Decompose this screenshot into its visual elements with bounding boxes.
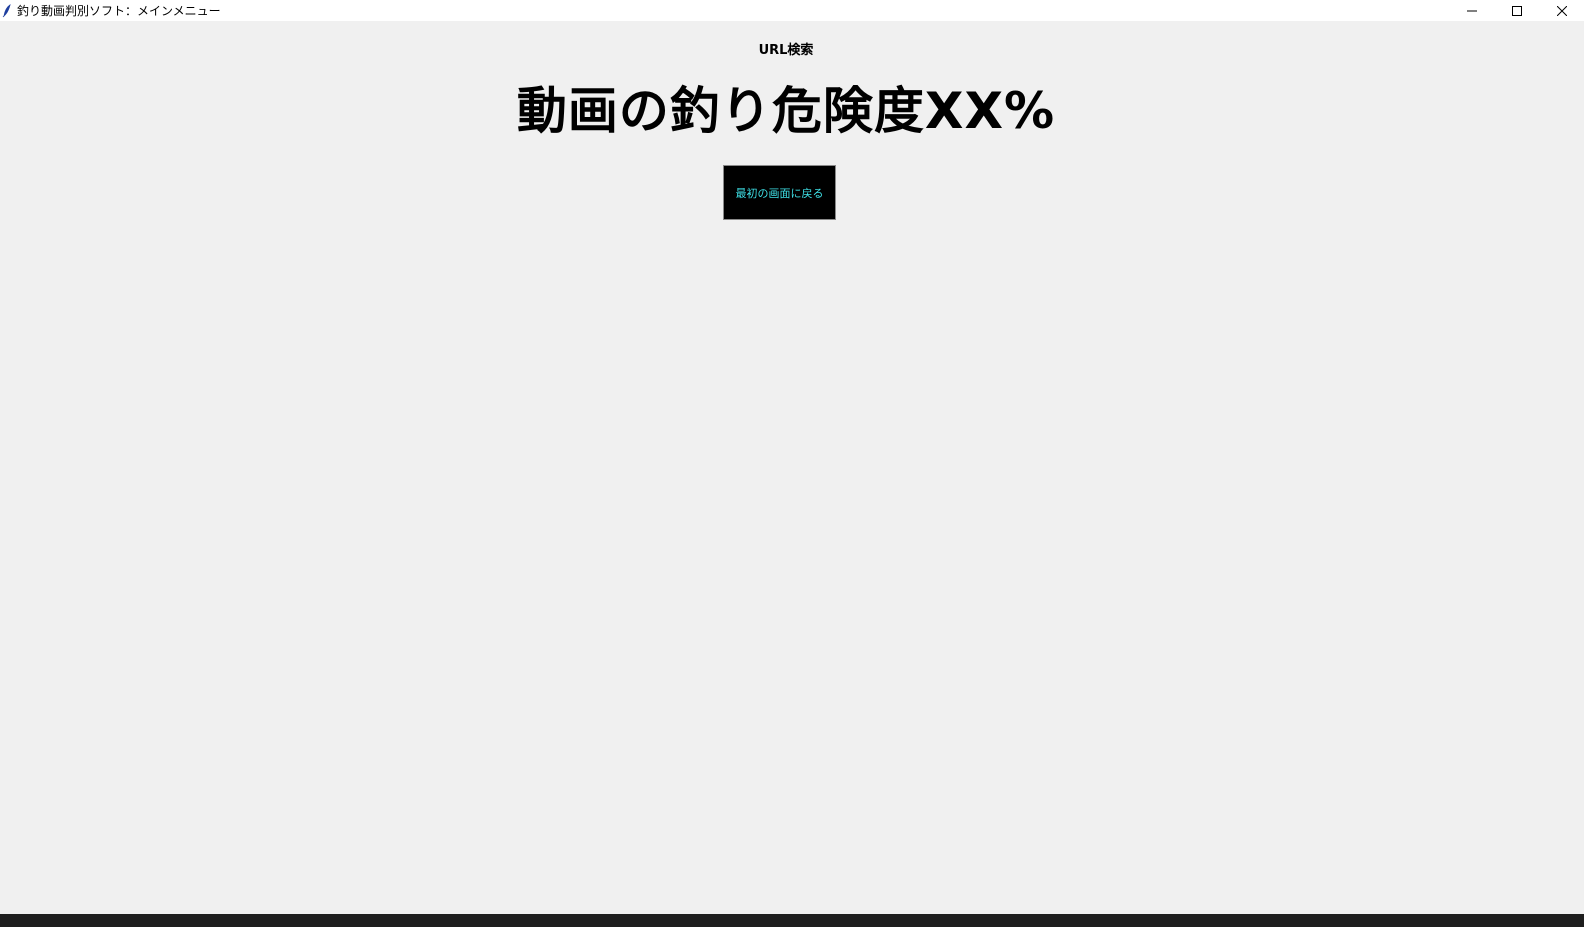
minimize-button[interactable]	[1449, 0, 1494, 21]
window-title: 釣り動画判別ソフト：メインメニュー	[17, 3, 221, 18]
back-to-start-button[interactable]: 最初の画面に戻る	[723, 165, 836, 220]
title-bar[interactable]: 釣り動画判別ソフト：メインメニュー	[0, 0, 1584, 21]
close-icon	[1556, 5, 1567, 16]
minimize-icon	[1466, 10, 1477, 11]
close-button[interactable]	[1539, 0, 1584, 21]
danger-level-heading: 動画の釣り危険度XX%	[516, 82, 1056, 140]
window-controls	[1449, 0, 1584, 21]
feather-icon	[0, 3, 14, 19]
url-search-label: URL検索	[758, 43, 814, 58]
maximize-icon	[1511, 5, 1522, 16]
main-content: URL検索 動画の釣り危険度XX% 最初の画面に戻る	[0, 21, 1584, 914]
taskbar-strip	[0, 914, 1584, 927]
maximize-button[interactable]	[1494, 0, 1539, 21]
